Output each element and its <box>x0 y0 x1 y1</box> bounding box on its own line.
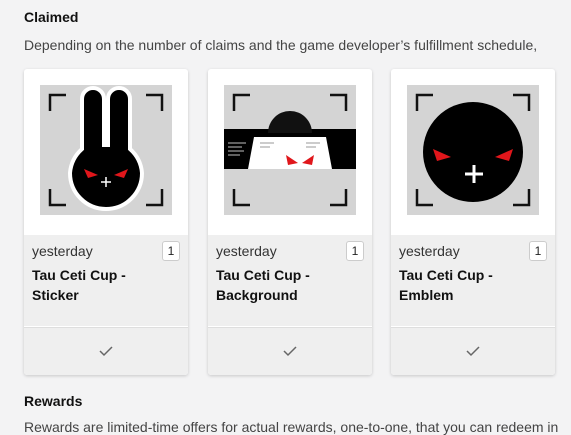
item-thumbnail <box>224 85 356 215</box>
claimed-status-footer <box>391 327 555 375</box>
claim-date: yesterday <box>399 243 460 259</box>
claimed-status-footer <box>208 327 372 375</box>
item-thumbnail <box>407 85 539 215</box>
claimed-item-card[interactable]: yesterday 1 Tau Ceti Cup - Background <box>208 69 372 375</box>
item-thumbnail <box>40 85 172 215</box>
checkmark-icon <box>466 346 480 357</box>
quantity-badge: 1 <box>529 241 547 261</box>
claim-date: yesterday <box>32 243 93 259</box>
quantity-badge: 1 <box>346 241 364 261</box>
emblem-image <box>415 93 531 207</box>
claim-date: yesterday <box>216 243 277 259</box>
quantity-badge: 1 <box>162 241 180 261</box>
item-name: Tau Ceti Cup - Emblem <box>399 267 493 303</box>
claimed-item-card[interactable]: yesterday 1 Tau Ceti Cup - Sticker <box>24 69 188 375</box>
claimed-description: Depending on the number of claims and th… <box>24 37 538 53</box>
item-name: Tau Ceti Cup - Background <box>216 267 310 303</box>
claimed-section-title: Claimed <box>24 9 79 25</box>
checkmark-icon <box>283 346 297 357</box>
claimed-item-card[interactable]: yesterday 1 Tau Ceti Cup - Emblem <box>391 69 555 375</box>
background-image <box>224 93 356 207</box>
rewards-description: Rewards are limited-time offers for actu… <box>24 419 559 435</box>
rewards-section-title: Rewards <box>24 393 83 409</box>
checkmark-icon <box>99 346 113 357</box>
item-info: yesterday 1 Tau Ceti Cup - Emblem <box>391 235 555 326</box>
item-info: yesterday 1 Tau Ceti Cup - Background <box>208 235 372 326</box>
claimed-status-footer <box>24 327 188 375</box>
sticker-image <box>48 86 164 211</box>
item-name: Tau Ceti Cup - Sticker <box>32 267 126 303</box>
item-info: yesterday 1 Tau Ceti Cup - Sticker <box>24 235 188 326</box>
